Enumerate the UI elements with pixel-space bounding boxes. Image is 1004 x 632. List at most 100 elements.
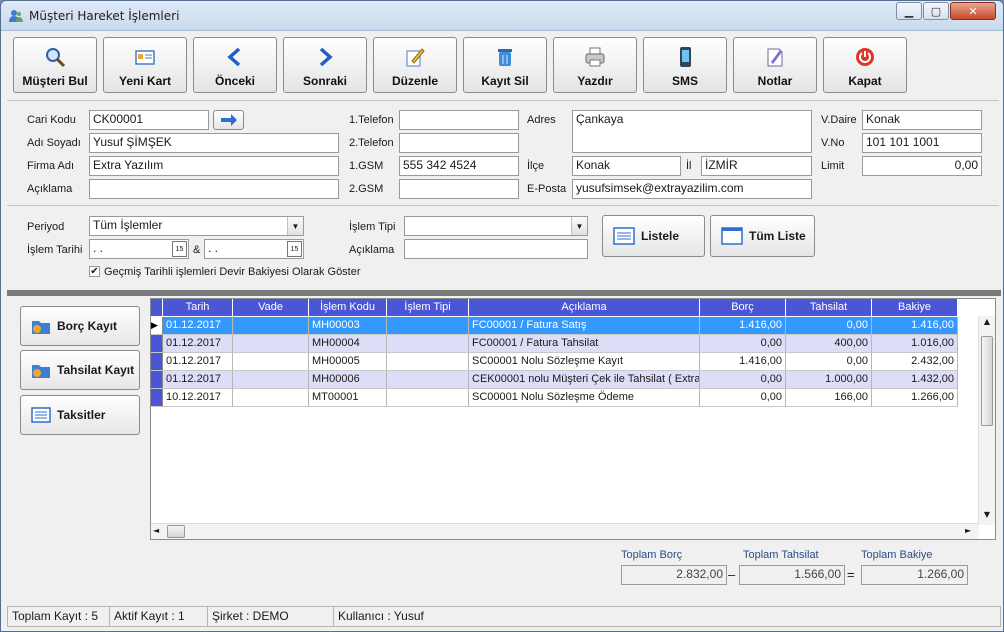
taksitler-button[interactable]: Taksitler bbox=[20, 395, 140, 435]
table-row[interactable]: 10.12.2017 MT00001 SC00001 Nolu Sözleşme Ö… bbox=[151, 389, 958, 407]
goto-button[interactable] bbox=[213, 110, 244, 130]
date-from-field[interactable]: . . 15 bbox=[89, 239, 189, 259]
column-header[interactable]: İşlem Kodu bbox=[309, 299, 387, 316]
row-indicator[interactable] bbox=[151, 353, 163, 371]
status-sirket: Şirket : DEMO bbox=[207, 606, 333, 627]
eposta-field[interactable]: yusufsimsek@extrayazilim.com bbox=[572, 179, 812, 199]
table-row[interactable]: ▶ 01.12.2017 MH00003 FC00001 / Fatura Satış… bbox=[151, 317, 958, 335]
main-window: Müşteri Hareket İşlemleri ▁ ▢ ✕ Müşteri … bbox=[0, 0, 1004, 632]
scroll-right-icon[interactable]: ► bbox=[965, 526, 975, 538]
vdaire-label: V.Daire bbox=[821, 114, 857, 126]
scroll-down-icon[interactable]: ▼ bbox=[980, 510, 994, 524]
table-cell bbox=[387, 371, 469, 389]
close-button[interactable]: ✕ bbox=[950, 2, 996, 20]
calendar-icon[interactable]: 15 bbox=[287, 241, 302, 257]
kapat-button[interactable]: Kapat bbox=[823, 37, 907, 93]
transactions-grid[interactable]: Tarih Vade İşlem Kodu İşlem Tipi Açıklama Bor… bbox=[150, 298, 996, 540]
toplam-bakiye-field: 1.266,00 bbox=[861, 565, 968, 585]
row-indicator[interactable] bbox=[151, 335, 163, 353]
row-indicator[interactable] bbox=[151, 389, 163, 407]
table-cell: 2.432,00 bbox=[872, 353, 958, 371]
button-label: Yazdır bbox=[577, 74, 613, 88]
tel1-field[interactable] bbox=[399, 110, 519, 130]
button-label: Düzenle bbox=[391, 74, 438, 88]
edit-icon bbox=[404, 46, 426, 68]
islem-tipi-select[interactable]: ▼ bbox=[404, 216, 588, 236]
vno-field[interactable]: 101 101 1001 bbox=[862, 133, 982, 153]
row-pointer-icon[interactable]: ▶ bbox=[151, 317, 163, 335]
row-indicator[interactable] bbox=[151, 371, 163, 389]
table-cell: 400,00 bbox=[786, 335, 872, 353]
yazdir-button[interactable]: Yazdır bbox=[553, 37, 637, 93]
sms-button[interactable]: SMS bbox=[643, 37, 727, 93]
duzenle-button[interactable]: Düzenle bbox=[373, 37, 457, 93]
listele-button[interactable]: Listele bbox=[602, 215, 705, 257]
column-header[interactable]: Tahsilat bbox=[786, 299, 872, 316]
il-field[interactable]: İZMİR bbox=[701, 156, 812, 176]
tel2-field[interactable] bbox=[399, 133, 519, 153]
window-icon bbox=[721, 227, 743, 245]
filter-aciklama-field[interactable] bbox=[404, 239, 588, 259]
date-to-field[interactable]: . . 15 bbox=[204, 239, 304, 259]
dropdown-arrow-icon[interactable]: ▼ bbox=[571, 217, 587, 235]
new-card-icon bbox=[134, 46, 156, 68]
musteri-bul-button[interactable]: Müşteri Bul bbox=[13, 37, 97, 93]
adres-field[interactable]: Çankaya bbox=[572, 110, 812, 153]
sonraki-button[interactable]: Sonraki bbox=[283, 37, 367, 93]
gsm1-field[interactable]: 555 342 4524 bbox=[399, 156, 519, 176]
adi-soyadi-label: Adı Soyadı bbox=[27, 137, 81, 149]
maximize-button[interactable]: ▢ bbox=[923, 2, 949, 20]
scroll-up-icon[interactable]: ▲ bbox=[980, 317, 994, 331]
onceki-button[interactable]: Önceki bbox=[193, 37, 277, 93]
scroll-left-icon[interactable]: ◄ bbox=[153, 526, 163, 538]
limit-field[interactable]: 0,00 bbox=[862, 156, 982, 176]
eposta-label: E-Posta bbox=[527, 183, 567, 195]
table-cell: 1.266,00 bbox=[872, 389, 958, 407]
column-header[interactable]: Bakiye bbox=[872, 299, 958, 316]
scroll-thumb[interactable] bbox=[981, 336, 993, 426]
column-header[interactable]: Tarih bbox=[163, 299, 233, 316]
notlar-button[interactable]: Notlar bbox=[733, 37, 817, 93]
aciklama-field[interactable] bbox=[89, 179, 339, 199]
column-header[interactable]: Borç bbox=[700, 299, 786, 316]
ilce-field[interactable]: Konak bbox=[572, 156, 681, 176]
filter-aciklama-label: Açıklama bbox=[349, 244, 395, 256]
borc-kayit-button[interactable]: Borç Kayıt bbox=[20, 306, 140, 346]
button-label: Kayıt Sil bbox=[481, 74, 529, 88]
column-header[interactable]: Açıklama bbox=[469, 299, 700, 316]
calendar-icon[interactable]: 15 bbox=[172, 241, 187, 257]
devir-checkbox[interactable]: ✔ bbox=[89, 266, 100, 277]
gsm2-label: 2.GSM bbox=[349, 183, 384, 195]
tum-liste-button[interactable]: Tüm Liste bbox=[710, 215, 815, 257]
yeni-kart-button[interactable]: Yeni Kart bbox=[103, 37, 187, 93]
cari-kodu-field[interactable]: CK00001 bbox=[89, 110, 209, 130]
adres-label: Adres bbox=[527, 114, 556, 126]
gsm2-field[interactable] bbox=[399, 179, 519, 199]
dropdown-arrow-icon[interactable]: ▼ bbox=[287, 217, 303, 235]
column-header[interactable]: Vade bbox=[233, 299, 309, 316]
table-cell: 0,00 bbox=[700, 389, 786, 407]
hscroll-thumb[interactable] bbox=[167, 525, 185, 538]
table-cell: 1.016,00 bbox=[872, 335, 958, 353]
prev-arrow-icon bbox=[224, 46, 246, 68]
column-header[interactable]: İşlem Tipi bbox=[387, 299, 469, 316]
table-row[interactable]: 01.12.2017 MH00005 SC00001 Nolu Sözleşme K… bbox=[151, 353, 958, 371]
horizontal-scrollbar[interactable]: ◄ ► bbox=[151, 523, 979, 539]
table-row[interactable]: 01.12.2017 MH00006 CEK00001 nolu Müşteri Ç… bbox=[151, 371, 958, 389]
kayit-sil-button[interactable]: Kayıt Sil bbox=[463, 37, 547, 93]
periyod-select[interactable]: Tüm İşlemler ▼ bbox=[89, 216, 304, 236]
vdaire-field[interactable]: Konak bbox=[862, 110, 982, 130]
table-cell bbox=[387, 389, 469, 407]
adi-soyadi-field[interactable]: Yusuf ŞİMŞEK bbox=[89, 133, 339, 153]
table-row[interactable]: 01.12.2017 MH00004 FC00001 / Fatura Tahsil… bbox=[151, 335, 958, 353]
table-cell: 1.000,00 bbox=[786, 371, 872, 389]
firma-adi-field[interactable]: Extra Yazılım bbox=[89, 156, 339, 176]
vertical-scrollbar[interactable]: ▲ ▼ bbox=[978, 316, 995, 525]
table-cell: MH00003 bbox=[309, 317, 387, 335]
minimize-button[interactable]: ▁ bbox=[896, 2, 922, 20]
limit-label: Limit bbox=[821, 160, 845, 172]
notes-icon bbox=[764, 46, 786, 68]
table-cell: MT00001 bbox=[309, 389, 387, 407]
table-cell: 1.416,00 bbox=[700, 317, 786, 335]
tahsilat-kayit-button[interactable]: Tahsilat Kayıt bbox=[20, 350, 140, 390]
